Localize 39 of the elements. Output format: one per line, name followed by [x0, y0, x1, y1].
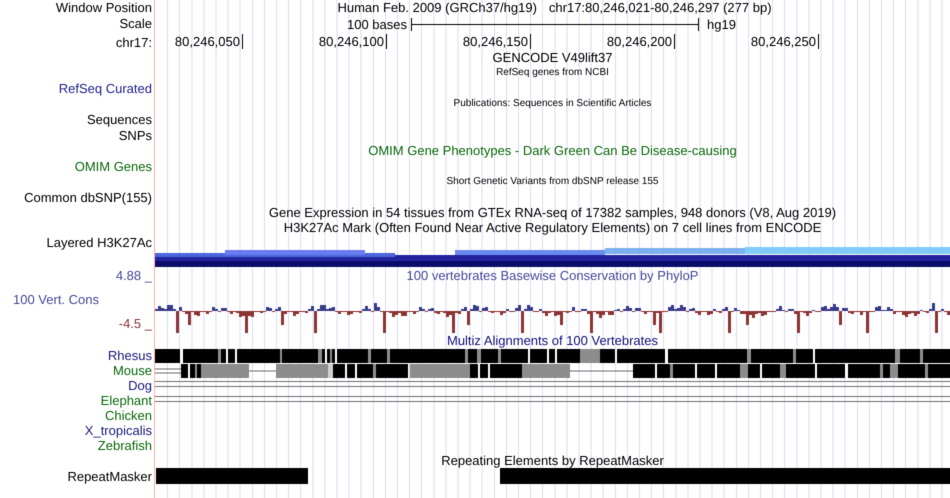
track-title: GENCODE V49lift37	[492, 50, 612, 65]
ruler-position: 80,246,250	[675, 34, 819, 49]
species-label[interactable]: Mouse	[112, 363, 152, 378]
track-title: OMIM Gene Phenotypes - Dark Green Can Be Disease-causing	[368, 143, 737, 158]
species-label[interactable]: Zebrafish	[98, 438, 152, 453]
track-title: Repeating Elements by RepeatMasker	[441, 453, 664, 468]
row-label: Scale	[119, 16, 152, 31]
track-title: Gene Expression in 54 tissues from GTEx RNA-seq of 17382 samples, 948 donors (V8, Aug 2019)	[268, 205, 836, 220]
assembly-text: Human Feb. 2009 (GRCh37/hg19)	[337, 0, 537, 15]
track-label[interactable]: Layered H3K27Ac	[46, 235, 152, 250]
track-title: 100 vertebrates Basewise Conservation by PhyloP	[406, 268, 698, 283]
species-label[interactable]: Dog	[128, 378, 152, 393]
axis-max-label: 4.88 _	[116, 267, 152, 283]
track-title: RefSeq genes from NCBI	[496, 67, 609, 79]
track-label[interactable]: RepeatMasker	[67, 468, 152, 484]
scale-length: 100 bases	[347, 17, 407, 32]
species-label[interactable]: X_tropicalis	[84, 423, 152, 438]
track-title: H3K27Ac Mark (Often Found Near Active Regulatory Elements) on 7 cell lines from ENCODE	[284, 220, 822, 235]
ruler-position: 80,246,050	[155, 34, 243, 49]
track-label[interactable]: SNPs	[118, 127, 152, 143]
scale-assembly: hg19	[706, 17, 736, 32]
species-label[interactable]: Rhesus	[108, 348, 152, 363]
species-label[interactable]: Elephant	[100, 393, 152, 408]
track-label[interactable]: OMIM Genes	[74, 158, 152, 174]
track-label[interactable]: Common dbSNP(155)	[24, 189, 152, 205]
position-text: chr17:80,246,021-80,246,297 (277 bp)	[548, 0, 772, 15]
row-label: Window Position	[56, 0, 152, 15]
ruler-position: 80,246,100	[243, 34, 387, 49]
track-title: Multiz Alignments of 100 Vertebrates	[446, 333, 658, 348]
axis-min-label: -4.5 _	[118, 316, 152, 333]
ruler-position: 80,246,150	[387, 34, 531, 49]
track-title: Short Genetic Variants from dbSNP release 155	[446, 176, 658, 188]
track-label[interactable]: Sequences	[86, 111, 152, 127]
ruler-position: 80,246,200	[531, 34, 675, 49]
species-label[interactable]: Chicken	[105, 408, 152, 423]
track-label[interactable]: 100 Vert. Cons	[0, 283, 99, 307]
chromosome-label: chr17:	[116, 34, 152, 50]
track-label[interactable]: RefSeq Curated	[58, 80, 152, 96]
track-title: Publications: Sequences in Scientific Articles	[454, 98, 652, 110]
